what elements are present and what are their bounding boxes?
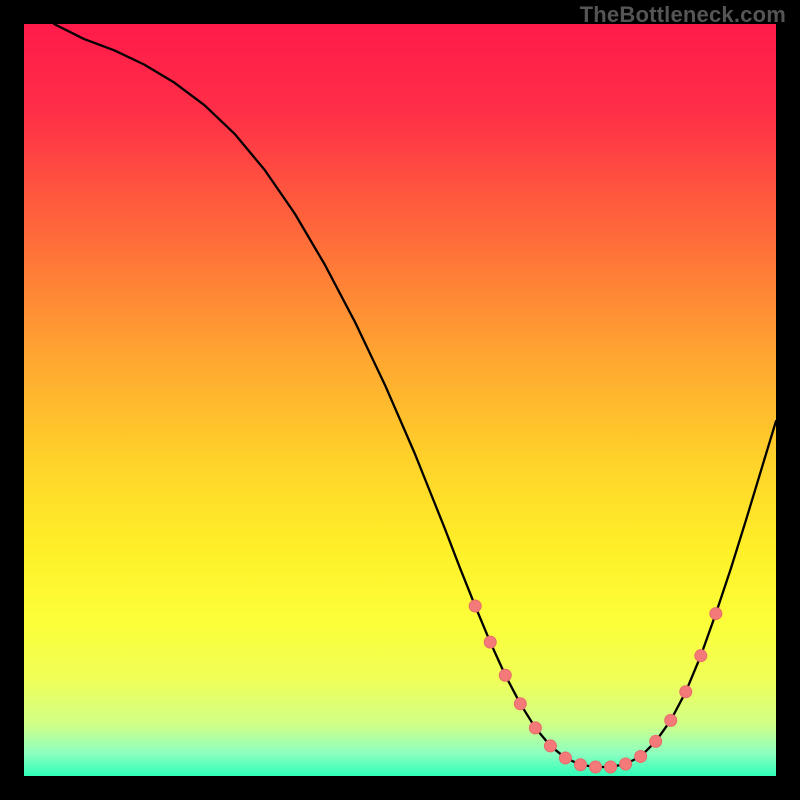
curve-marker: [650, 735, 662, 747]
curve-marker: [665, 714, 677, 726]
chart-frame: TheBottleneck.com: [0, 0, 800, 800]
curve-marker: [680, 686, 692, 698]
curve-marker: [710, 608, 722, 620]
curve-marker: [559, 752, 571, 764]
curve-marker: [590, 761, 602, 773]
curve-marker: [620, 758, 632, 770]
curve-marker: [499, 669, 511, 681]
curve-marker: [544, 740, 556, 752]
plot-area: [24, 24, 776, 776]
chart-svg: [24, 24, 776, 776]
curve-marker: [574, 759, 586, 771]
curve-marker: [469, 600, 481, 612]
curve-marker: [514, 698, 526, 710]
gradient-background: [24, 24, 776, 776]
curve-marker: [635, 750, 647, 762]
curve-marker: [529, 722, 541, 734]
curve-marker: [605, 761, 617, 773]
curve-marker: [695, 650, 707, 662]
curve-marker: [484, 636, 496, 648]
